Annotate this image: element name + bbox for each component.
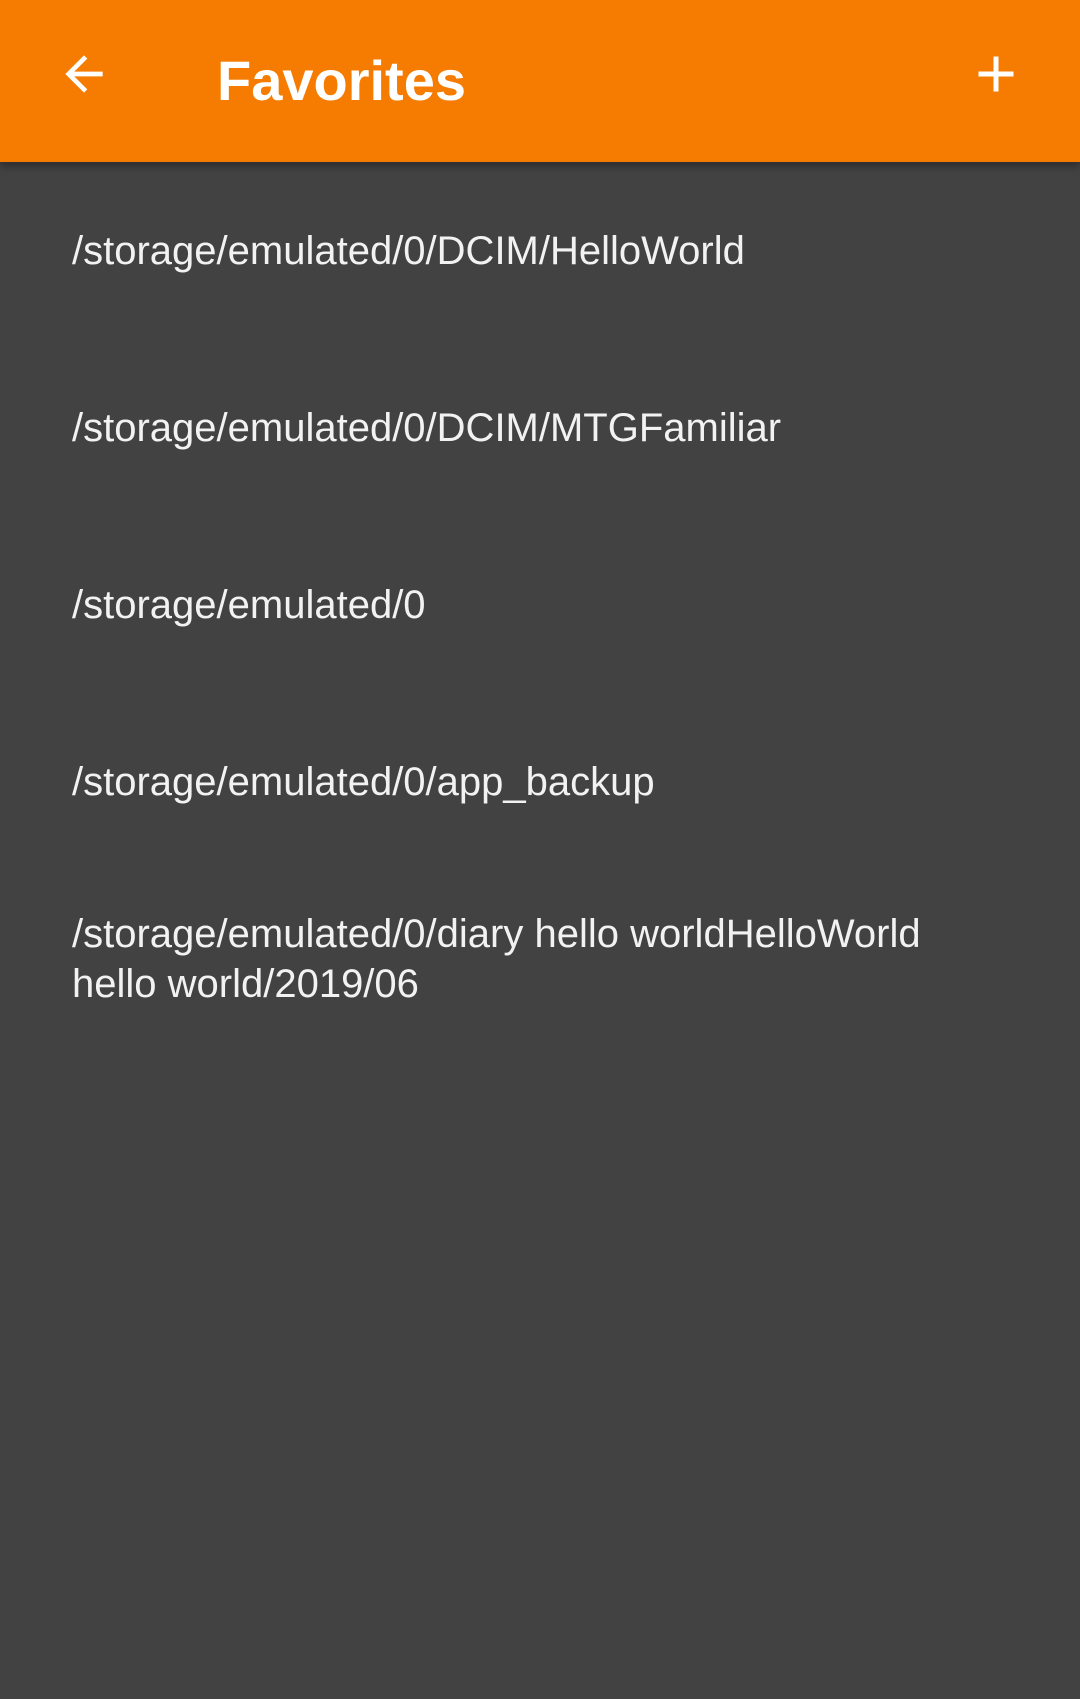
add-favorite-button[interactable] [956, 36, 1036, 116]
favorite-item[interactable]: /storage/emulated/0 [0, 516, 1080, 693]
arrow-left-icon [56, 46, 112, 107]
page-title: Favorites [217, 49, 466, 112]
favorite-item[interactable]: /storage/emulated/0/DCIM/MTGFamiliar [0, 339, 1080, 516]
favorites-list: /storage/emulated/0/DCIM/HelloWorld /sto… [0, 162, 1080, 1047]
plus-icon [966, 44, 1026, 109]
app-toolbar: Favorites [0, 0, 1080, 162]
favorite-path: /storage/emulated/0/app_backup [72, 759, 655, 804]
favorite-path: /storage/emulated/0 [72, 582, 426, 627]
favorite-item[interactable]: /storage/emulated/0/diary hello worldHel… [0, 870, 1080, 1047]
favorite-item[interactable]: /storage/emulated/0/DCIM/HelloWorld [0, 162, 1080, 339]
favorite-path: /storage/emulated/0/diary hello worldHel… [72, 911, 921, 1006]
back-button[interactable] [44, 36, 124, 116]
favorites-screen: Favorites /storage/emulated/0/DCIM/Hello… [0, 0, 1080, 1699]
favorite-path: /storage/emulated/0/DCIM/MTGFamiliar [72, 405, 782, 450]
favorite-path: /storage/emulated/0/DCIM/HelloWorld [72, 228, 745, 273]
favorite-item[interactable]: /storage/emulated/0/app_backup [0, 693, 1080, 870]
